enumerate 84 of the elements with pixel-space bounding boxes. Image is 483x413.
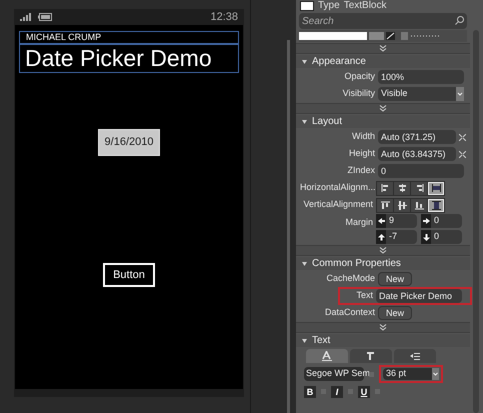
property-label: CacheMode — [325, 272, 376, 286]
page-title: Date Picker Demo — [19, 44, 239, 73]
margin-value: 9 — [388, 214, 394, 228]
down-arrow-icon — [422, 234, 430, 240]
type-value: TextBlock — [344, 0, 386, 12]
new-button[interactable]: New — [378, 272, 412, 286]
type-label: Type — [318, 0, 340, 12]
text-tab[interactable] — [394, 349, 436, 363]
dropdown-value: Visible — [381, 87, 408, 100]
app-title: MICHAEL CRUMP — [19, 31, 239, 44]
style-button[interactable]: B — [304, 386, 316, 398]
property-label: Opacity — [343, 70, 376, 84]
property-label: Visibility — [342, 87, 376, 100]
alignment-button[interactable] — [394, 198, 410, 212]
alignment-button[interactable] — [377, 198, 393, 212]
margin-field[interactable]: 9 — [376, 214, 417, 228]
dropdown[interactable]: Visible — [378, 87, 464, 101]
paragraph-icon — [366, 351, 376, 361]
caret-icon — [456, 87, 464, 101]
color-swatch[interactable] — [369, 32, 384, 40]
margin-field[interactable]: 0 — [421, 214, 462, 228]
alignment-button[interactable] — [411, 198, 427, 212]
alignment-icon — [432, 200, 440, 210]
search-field[interactable]: Search — [299, 13, 467, 29]
indent-icon — [410, 351, 420, 361]
font-icon — [322, 351, 332, 361]
date-picker[interactable]: 9/16/2010 — [98, 129, 160, 156]
alignment-button[interactable] — [411, 182, 427, 194]
expand-chevron-icon — [379, 45, 387, 52]
property-label: Height — [348, 147, 376, 160]
caret-icon — [432, 368, 439, 380]
property-label: VerticalAlignment — [302, 198, 374, 212]
scrollbar[interactable] — [287, 40, 290, 413]
style-button[interactable]: U — [358, 386, 370, 398]
right-arrow-icon — [422, 218, 430, 224]
margin-value: -7 — [388, 230, 398, 244]
alignment-icon — [414, 184, 424, 192]
text-tab[interactable] — [306, 349, 348, 363]
text-field[interactable]: Auto (63.84375) — [378, 147, 456, 161]
alignment-icon — [432, 184, 440, 192]
property-label: DataContext — [324, 306, 376, 320]
element-thumbnail — [300, 1, 314, 11]
expand-chevron-icon — [379, 105, 387, 112]
expand-chevron-icon — [379, 324, 387, 331]
alignment-icon — [398, 200, 406, 210]
pen-icon — [386, 32, 395, 40]
alignment-button[interactable] — [377, 182, 393, 194]
margin-field[interactable]: -7 — [376, 230, 417, 244]
alignment-icon — [380, 184, 390, 192]
alignment-icon — [398, 184, 406, 192]
text-tab[interactable] — [350, 349, 392, 363]
margin-value: 0 — [433, 230, 440, 244]
font-size-dropdown[interactable]: 36 pt — [383, 368, 439, 380]
text-field[interactable]: 0 — [378, 164, 464, 178]
color-swatch[interactable] — [299, 32, 367, 40]
dropdown-value: 36 pt — [386, 367, 408, 380]
left-arrow-icon — [378, 218, 384, 224]
text-field[interactable]: Date Picker Demo — [376, 289, 462, 303]
signal-icon — [20, 13, 32, 21]
property-label: Margin — [344, 216, 374, 229]
text-field[interactable]: 100% — [378, 70, 464, 84]
status-time: 12:38 — [210, 10, 238, 25]
property-label: ZIndex — [346, 164, 376, 178]
button[interactable]: Button — [103, 262, 155, 287]
section-header[interactable]: Text — [312, 333, 330, 348]
scrollbar[interactable] — [473, 30, 479, 413]
battery-icon — [38, 13, 53, 21]
slider-icon — [401, 32, 441, 40]
alignment-button[interactable] — [394, 182, 410, 194]
new-button[interactable]: New — [378, 306, 412, 320]
alignment-icon — [414, 200, 424, 210]
margin-field[interactable]: 0 — [421, 230, 462, 244]
expand-chevron-icon — [379, 247, 387, 254]
property-label: HorizontalAlignm... — [300, 181, 376, 194]
property-label: Text — [355, 289, 374, 302]
property-label: Width — [350, 130, 376, 144]
alignment-button[interactable] — [428, 198, 444, 212]
alignment-button[interactable] — [428, 182, 444, 194]
alignment-icon — [380, 200, 390, 210]
search-icon — [455, 16, 464, 25]
style-button[interactable]: I — [331, 386, 343, 398]
up-arrow-icon — [378, 234, 384, 240]
text-field[interactable]: Auto (371.25) — [378, 130, 456, 144]
margin-value: 0 — [433, 214, 440, 228]
